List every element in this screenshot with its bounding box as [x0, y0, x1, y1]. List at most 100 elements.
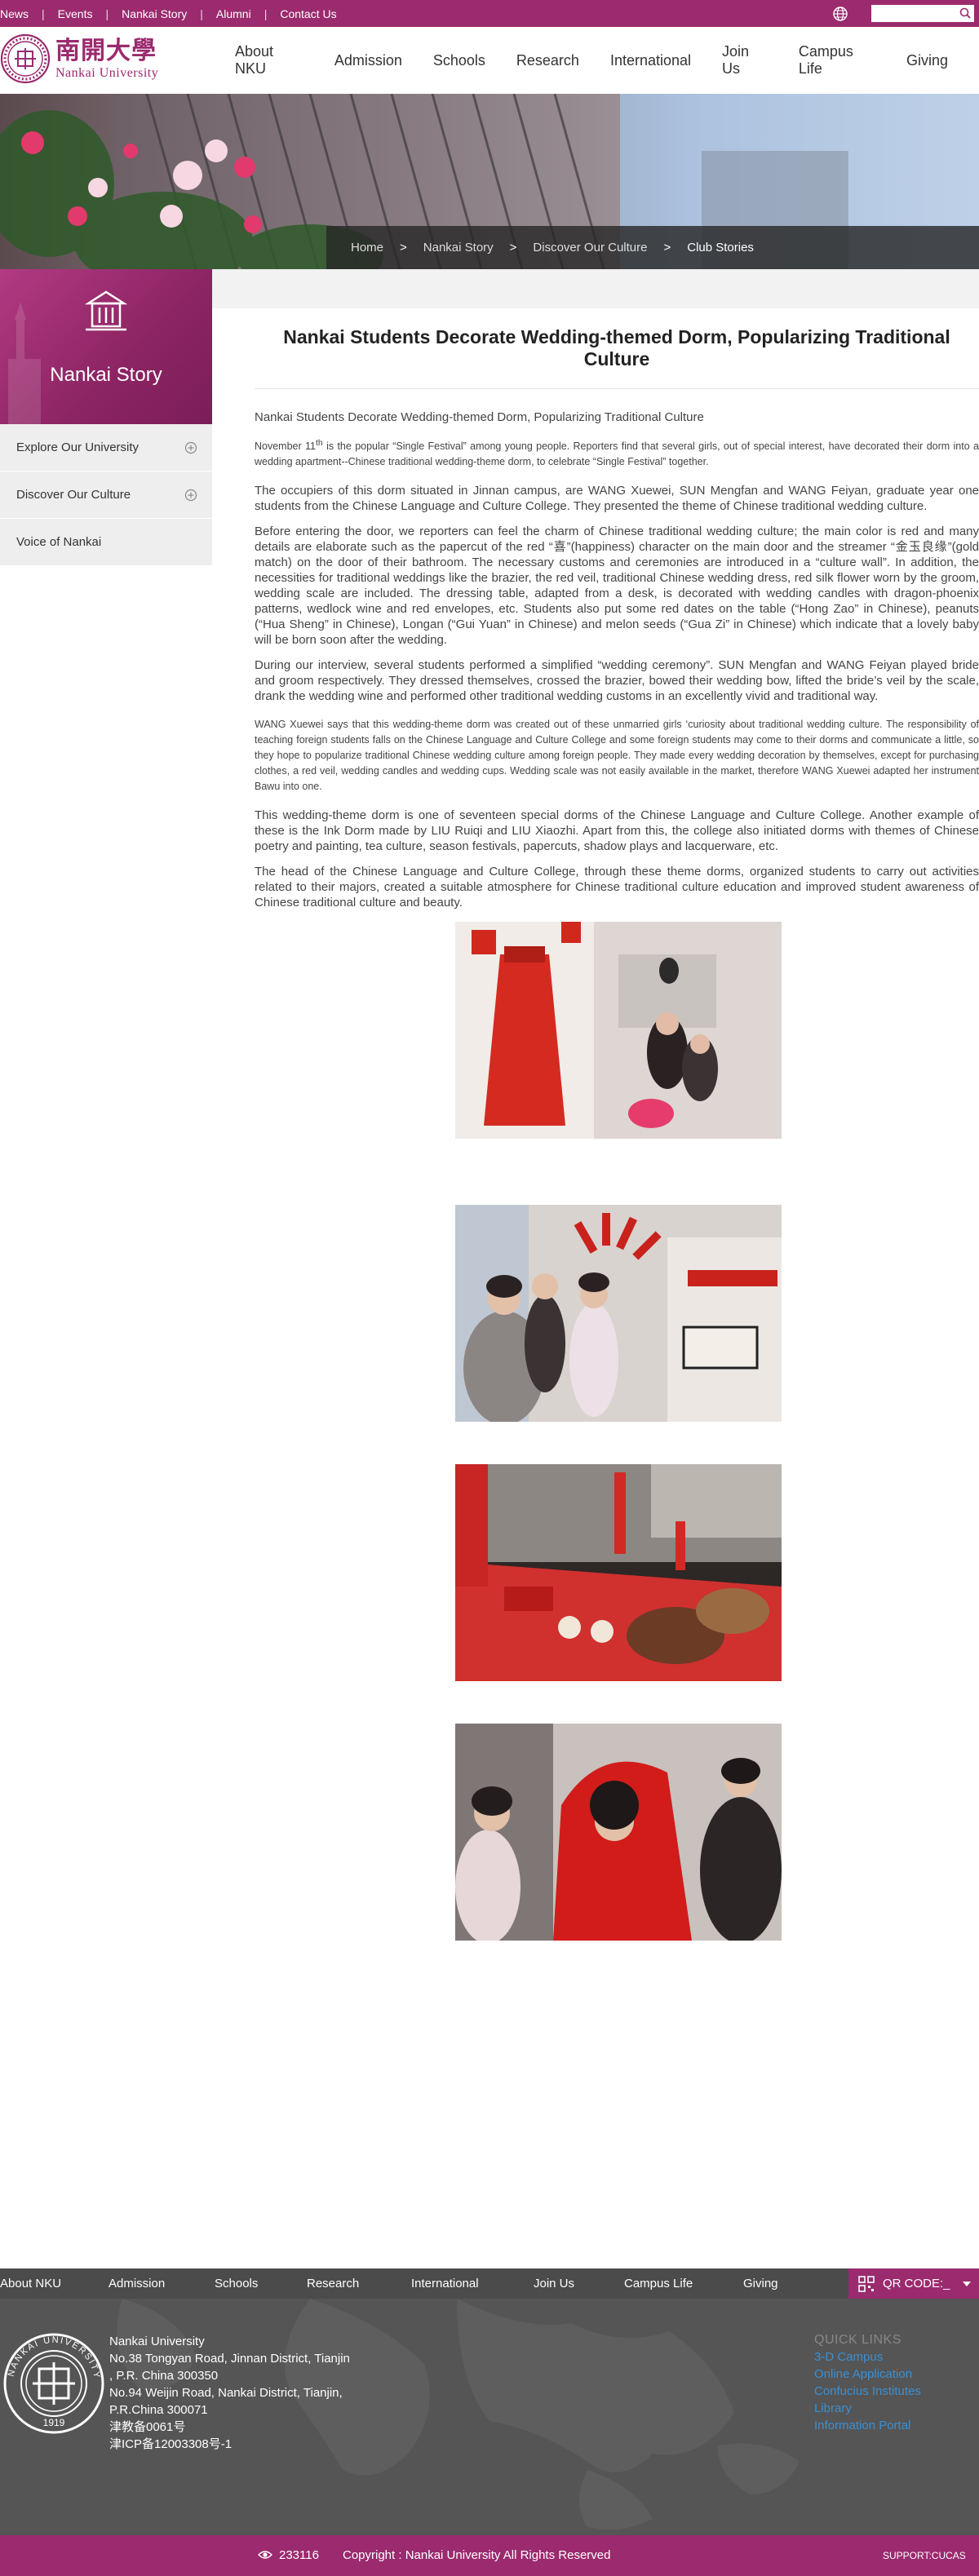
- caret-down-icon: [962, 2281, 971, 2286]
- address-line: Nankai University: [109, 2335, 205, 2348]
- quick-links: QUICK LINKS 3-D Campus Online Application…: [814, 2331, 921, 2434]
- link-separator: |: [264, 7, 268, 20]
- ordinal-suffix: th: [316, 439, 323, 448]
- sidebar-item[interactable]: Voice of Nankai: [0, 519, 212, 566]
- sidebar: Nankai Story Explore Our University Disco…: [0, 269, 212, 566]
- footer-navigation: About NKU Admission Schools Research Interna…: [0, 2268, 979, 2299]
- search-icon[interactable]: [959, 7, 971, 19]
- footer-nav-item[interactable]: Campus Life: [624, 2277, 693, 2291]
- site-header: 南開大學 Nankai University About NKU Admissio…: [0, 27, 979, 94]
- visit-counter: 233116: [279, 2548, 319, 2562]
- sidebar-item-label: Explore Our University: [16, 440, 140, 454]
- content-top-strip: [212, 269, 979, 308]
- utility-link[interactable]: Contact Us: [280, 7, 336, 20]
- footer-nav-item[interactable]: Schools: [215, 2277, 258, 2291]
- footer-nav-item[interactable]: Giving: [743, 2277, 778, 2291]
- utility-link[interactable]: Nankai Story: [122, 7, 187, 20]
- quick-link[interactable]: Information Portal: [814, 2417, 921, 2434]
- article-paragraph: Before entering the door, we reporters c…: [255, 524, 979, 648]
- breadcrumb-link[interactable]: Home: [351, 241, 383, 255]
- breadcrumb-link[interactable]: Discover Our Culture: [533, 241, 647, 255]
- expand-plus-icon[interactable]: [184, 489, 197, 502]
- sidebar-header: Nankai Story: [0, 269, 212, 424]
- quick-links-title: QUICK LINKS: [814, 2333, 901, 2347]
- article-paragraph: During our interview, several students p…: [255, 658, 979, 704]
- breadcrumb-current: Club Stories: [687, 241, 754, 255]
- article-photo-3: [455, 1464, 782, 1682]
- main-nav-item[interactable]: About NKU: [235, 43, 303, 77]
- address-line: P.R.China 300071: [109, 2403, 208, 2417]
- university-seal-icon: [0, 33, 51, 84]
- link-separator: |: [200, 7, 203, 20]
- quick-link[interactable]: Library: [814, 2400, 921, 2417]
- main-nav-item[interactable]: Join Us: [722, 43, 768, 77]
- eye-icon: [258, 2551, 272, 2559]
- article-subtitle: Nankai Students Decorate Wedding-themed …: [255, 410, 704, 424]
- main-nav-item[interactable]: Giving: [906, 52, 948, 69]
- utility-link[interactable]: Events: [58, 7, 93, 20]
- sidebar-item[interactable]: Explore Our University: [0, 424, 212, 471]
- breadcrumb-separator: >: [663, 241, 671, 255]
- breadcrumb-separator: >: [509, 241, 517, 255]
- sidebar-title: Nankai Story: [50, 364, 162, 386]
- link-separator: |: [105, 7, 109, 20]
- quick-link[interactable]: Confucius Institutes: [814, 2383, 921, 2400]
- article-content: Nankai Students Decorate Wedding-themed …: [255, 310, 979, 1941]
- logo-english-name: Nankai University: [55, 66, 159, 80]
- support-link[interactable]: SUPPORT:CUCAS: [883, 2550, 966, 2561]
- utility-link[interactable]: News: [0, 7, 29, 20]
- article-paragraph: WANG Xuewei says that this wedding-theme…: [255, 719, 979, 793]
- article-photo-2: [455, 1205, 782, 1423]
- building-silhouette-icon: [8, 290, 128, 424]
- article-paragraph: This wedding-theme dorm is one of sevent…: [255, 808, 979, 854]
- main-nav-item[interactable]: Admission: [334, 52, 402, 69]
- address-line: No.94 Weijin Road, Nankai District, Tian…: [109, 2386, 343, 2400]
- copyright-text: Copyright : Nankai University All Rights…: [343, 2548, 611, 2562]
- address-line: 津教备0061号: [109, 2420, 186, 2434]
- breadcrumb-separator: >: [400, 241, 407, 255]
- main-nav-item[interactable]: International: [610, 52, 691, 69]
- article-paragraph: The occupiers of this dorm situated in J…: [255, 484, 979, 514]
- article-paragraph: The head of the Chinese Language and Cul…: [255, 865, 979, 910]
- footer-address: Nankai University No.38 Tongyan Road, Jin…: [109, 2333, 350, 2453]
- seal-year: 1919: [43, 2417, 65, 2428]
- main-nav-item[interactable]: Schools: [433, 52, 485, 69]
- sidebar-menu: Explore Our University Discover Our Cultu…: [0, 424, 212, 566]
- utility-link[interactable]: Alumni: [216, 7, 251, 20]
- article-photo-1: [455, 922, 782, 1140]
- qr-code-icon: [858, 2275, 875, 2292]
- site-footer: NANKAI UNIVERSITY 1919 Nankai University…: [0, 2299, 979, 2535]
- article-title: Nankai Students Decorate Wedding-themed …: [255, 310, 979, 389]
- quick-link[interactable]: Online Application: [814, 2366, 921, 2383]
- article-photo-4: [455, 1724, 782, 1941]
- qr-code-toggle[interactable]: QR CODE:_: [848, 2268, 979, 2299]
- sidebar-item-label: Voice of Nankai: [16, 535, 102, 549]
- address-line: No.38 Tongyan Road, Jinnan District, Tia…: [109, 2352, 350, 2366]
- globe-icon[interactable]: [832, 6, 848, 22]
- main-nav-item[interactable]: Campus Life: [799, 43, 875, 77]
- footer-nav-item[interactable]: Join Us: [534, 2277, 574, 2291]
- paragraph-text: is the popular “Single Festival” among y…: [255, 440, 979, 468]
- main-nav-item[interactable]: Research: [516, 52, 579, 69]
- footer-nav-item[interactable]: About NKU: [0, 2277, 61, 2291]
- university-logo[interactable]: 南開大學 Nankai University: [0, 33, 158, 84]
- footer-nav-item[interactable]: Admission: [109, 2277, 165, 2291]
- address-line: 津ICP备12003308号-1: [109, 2437, 233, 2451]
- logo-chinese-name: 南開大學: [55, 37, 157, 65]
- paragraph-text: November 11: [255, 440, 317, 453]
- university-seal-emblem: NANKAI UNIVERSITY 1919: [3, 2333, 104, 2434]
- breadcrumb-link[interactable]: Nankai Story: [423, 241, 494, 255]
- footer-nav-item[interactable]: Research: [307, 2277, 359, 2291]
- hero-banner-image: Home > Nankai Story > Discover Our Culture > C…: [0, 94, 979, 269]
- qr-code-label: QR CODE:_: [883, 2277, 950, 2291]
- quick-link[interactable]: 3-D Campus: [814, 2348, 921, 2366]
- top-utility-bar: News | Events | Nankai Story | Alumni | Contact …: [0, 0, 979, 27]
- sidebar-item[interactable]: Discover Our Culture: [0, 471, 212, 519]
- footer-nav-item[interactable]: International: [411, 2277, 479, 2291]
- link-separator: |: [42, 7, 45, 20]
- expand-plus-icon[interactable]: [184, 441, 197, 454]
- copyright-bar: 233116 Copyright : Nankai University All…: [0, 2535, 979, 2576]
- breadcrumb: Home > Nankai Story > Discover Our Culture > C…: [326, 226, 979, 269]
- main-navigation: About NKU Admission Schools Research Interna…: [235, 27, 979, 94]
- sidebar-item-label: Discover Our Culture: [16, 488, 131, 502]
